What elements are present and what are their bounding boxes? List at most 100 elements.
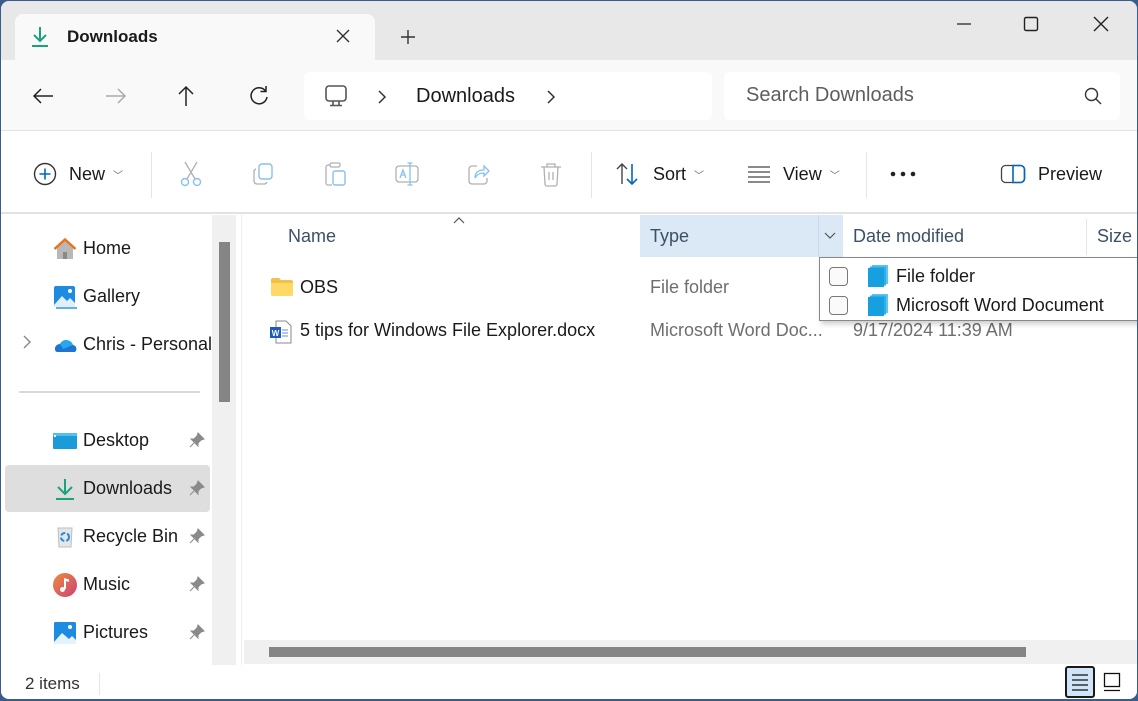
folder-icon [271, 278, 293, 296]
pin-icon[interactable] [189, 576, 205, 592]
rename-icon [395, 162, 419, 186]
sidebar-item-downloads[interactable]: Downloads [5, 465, 210, 512]
search-icon[interactable] [1084, 87, 1102, 105]
close-tab-button[interactable] [333, 26, 353, 46]
arrow-up-icon [178, 85, 194, 106]
pictures-icon [54, 621, 76, 644]
new-tab-button[interactable] [398, 25, 418, 47]
sidebar-scrollbar[interactable] [212, 215, 236, 665]
sidebar-item-pictures[interactable]: Pictures [5, 609, 210, 656]
separator [99, 673, 100, 695]
column-header-date-modified[interactable]: Date modified [843, 215, 1087, 257]
more-options-button[interactable] [889, 160, 917, 188]
horizontal-scrollbar[interactable] [244, 640, 1137, 664]
refresh-button[interactable] [245, 82, 273, 110]
paste-button[interactable] [323, 160, 347, 188]
sidebar-item-gallery[interactable]: Gallery [5, 273, 210, 320]
paste-icon [325, 162, 346, 186]
status-bar: 2 items [1, 665, 1137, 699]
item-count: 2 items [25, 674, 80, 693]
trash-icon [541, 163, 561, 187]
onedrive-icon [54, 339, 77, 352]
checkbox[interactable] [829, 296, 848, 315]
word-doc-icon: W [270, 320, 292, 344]
delete-button[interactable] [539, 160, 563, 188]
maximize-button[interactable] [1013, 9, 1049, 39]
column-header-size[interactable]: Size [1087, 215, 1137, 257]
search-box[interactable] [724, 72, 1120, 120]
pin-icon[interactable] [189, 624, 205, 640]
chevron-down-icon: ﹀ [694, 170, 705, 182]
close-icon [1093, 16, 1109, 32]
column-divider [818, 215, 819, 257]
close-icon [336, 29, 350, 43]
svg-text:W: W [272, 329, 280, 338]
home-icon [53, 237, 77, 259]
new-button[interactable]: New ﹀ [33, 160, 123, 188]
minimize-icon [957, 23, 971, 25]
chevron-right-icon[interactable] [546, 90, 556, 104]
tab-downloads[interactable]: Downloads [15, 14, 375, 60]
file-row[interactable]: W 5 tips for Windows File Explorer.docx … [242, 310, 1013, 350]
filter-option-word-document[interactable]: Microsoft Word Document [820, 290, 1137, 319]
search-input[interactable] [746, 84, 1066, 107]
up-button[interactable] [172, 82, 200, 110]
sidebar-item-onedrive[interactable]: Chris - Personal [5, 321, 212, 368]
column-header-type[interactable]: Type [640, 215, 843, 257]
view-label: View [783, 163, 822, 184]
refresh-icon [250, 86, 268, 105]
pin-icon[interactable] [189, 432, 205, 448]
rename-button[interactable] [394, 160, 420, 188]
sort-button[interactable]: Sort ﹀ [615, 160, 704, 188]
back-button[interactable] [29, 82, 57, 110]
recycle-bin-icon [57, 527, 73, 547]
arrow-right-icon [106, 88, 127, 104]
pin-icon[interactable] [189, 480, 205, 496]
gallery-icon [54, 285, 77, 309]
chevron-right-icon[interactable] [23, 335, 31, 354]
file-row[interactable]: OBS File folder [242, 267, 842, 307]
sidebar-item-home[interactable]: Home [5, 225, 210, 272]
pin-icon[interactable] [189, 528, 205, 544]
preview-label: Preview [1038, 163, 1103, 184]
copy-icon [253, 163, 273, 185]
copy-button[interactable] [251, 160, 275, 188]
separator [591, 152, 592, 198]
sidebar-item-music[interactable]: Music [5, 561, 210, 608]
chevron-right-icon[interactable] [377, 90, 387, 104]
sidebar-divider [19, 391, 200, 393]
forward-button[interactable] [102, 82, 130, 110]
tiles-view-icon [1103, 672, 1121, 692]
close-window-button[interactable] [1083, 9, 1119, 39]
sidebar-item-desktop[interactable]: Desktop [5, 417, 210, 464]
large-icons-view-button[interactable] [1097, 666, 1127, 698]
details-view-icon [1072, 674, 1088, 691]
address-bar[interactable]: Downloads [304, 72, 712, 120]
filter-option-file-folder[interactable]: File folder [820, 261, 1137, 290]
horizontal-scrollbar-thumb[interactable] [269, 647, 1026, 657]
downloads-icon [32, 27, 48, 47]
cut-button[interactable] [179, 160, 203, 188]
share-button[interactable] [467, 160, 491, 188]
details-view-icon [748, 166, 770, 183]
view-button[interactable]: View ﹀ [747, 160, 840, 188]
column-header-name[interactable]: Name [242, 215, 640, 257]
sidebar-item-recycle-bin[interactable]: Recycle Bin [5, 513, 210, 560]
sidebar-scrollbar-thumb[interactable] [219, 242, 230, 402]
downloads-icon [56, 478, 74, 500]
separator [866, 152, 867, 198]
command-bar: New ﹀ Sort ﹀ View ﹀ Preview [1, 132, 1137, 214]
breadcrumb-downloads[interactable]: Downloads [416, 85, 515, 108]
preview-pane-button[interactable]: Preview [1000, 160, 1102, 188]
checkbox[interactable] [829, 267, 848, 286]
scissors-icon [180, 161, 202, 187]
filter-chevron-down-icon[interactable] [824, 232, 836, 240]
minimize-button[interactable] [946, 9, 982, 39]
details-view-button[interactable] [1065, 666, 1095, 698]
sort-icon [616, 163, 638, 186]
ellipsis-icon [890, 171, 916, 177]
chevron-down-icon: ﹀ [829, 170, 840, 182]
type-filter-dropdown: File folder Microsoft Word Document [819, 257, 1137, 321]
plus-icon [401, 30, 415, 44]
maximize-icon [1023, 16, 1039, 32]
